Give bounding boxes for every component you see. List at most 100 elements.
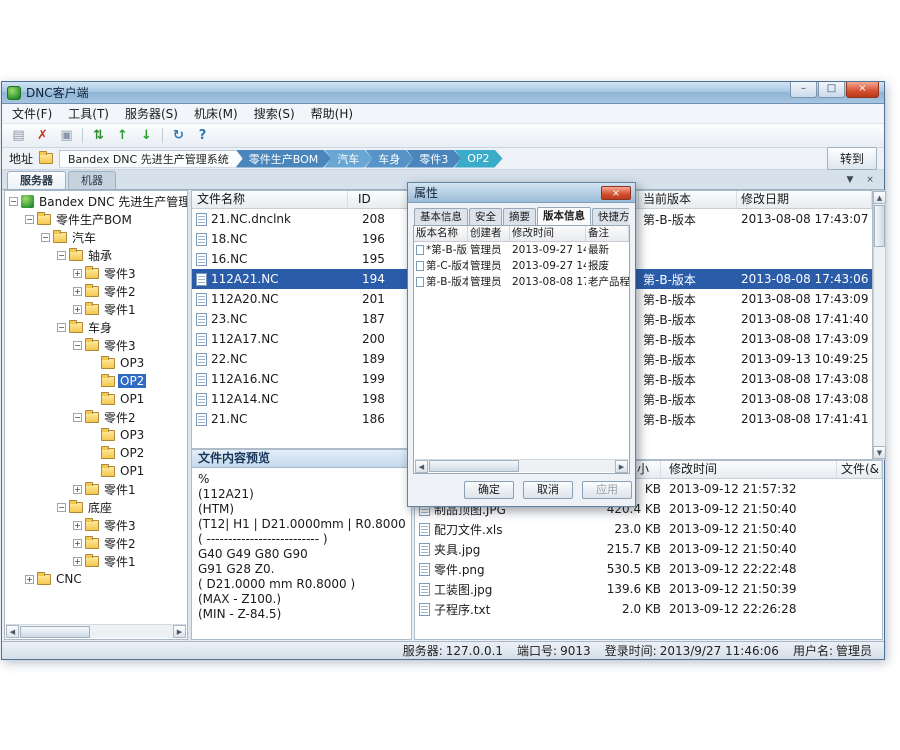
tree-item[interactable]: −轴承 bbox=[5, 246, 187, 264]
tree-item[interactable]: OP2 bbox=[5, 444, 187, 462]
breadcrumb-item[interactable]: OP2 bbox=[454, 150, 502, 168]
dialog-column-header[interactable]: 版本名称 bbox=[414, 226, 468, 241]
tree-item[interactable]: +零件3 bbox=[5, 516, 187, 534]
tree-item[interactable]: −底座 bbox=[5, 498, 187, 516]
column-header-modified-date[interactable]: 修改日期 bbox=[737, 191, 872, 208]
tree-item[interactable]: −汽车 bbox=[5, 228, 187, 246]
dialog-version-row[interactable]: *第-B-版本管理员2013-09-27 14:...最新 bbox=[414, 242, 629, 258]
paste-icon[interactable]: ▤ bbox=[10, 127, 27, 145]
dialog-hscroll-thumb[interactable] bbox=[429, 460, 519, 472]
breadcrumb-item[interactable]: 车身 bbox=[365, 150, 413, 168]
expand-toggle-icon[interactable]: + bbox=[73, 521, 82, 530]
expand-toggle-icon[interactable]: − bbox=[9, 197, 18, 206]
dialog-tab[interactable]: 安全 bbox=[469, 208, 502, 225]
tree-item[interactable]: OP2 bbox=[5, 372, 187, 390]
file-row[interactable]: 112A16.NC199 bbox=[192, 369, 411, 389]
minimize-button[interactable]: – bbox=[790, 82, 817, 98]
dialog-column-header[interactable]: 创建者 bbox=[468, 226, 510, 241]
tree-item[interactable]: OP1 bbox=[5, 462, 187, 480]
tab-dropdown-icon[interactable]: ▼ bbox=[844, 175, 856, 185]
ok-button[interactable]: 确定 bbox=[464, 481, 514, 499]
file-row[interactable]: 112A14.NC198 bbox=[192, 389, 411, 409]
refresh-icon[interactable]: ↻ bbox=[170, 127, 187, 145]
send-receive-icon[interactable]: ⇅ bbox=[90, 127, 107, 145]
dialog-close-button[interactable]: × bbox=[601, 186, 631, 200]
delete-icon[interactable]: ✗ bbox=[34, 127, 51, 145]
tree-item[interactable]: −Bandex DNC 先进生产管理系统 bbox=[5, 192, 187, 210]
help-icon[interactable]: ? bbox=[194, 127, 211, 145]
file-row[interactable]: 112A17.NC200 bbox=[192, 329, 411, 349]
tree-hscroll-thumb[interactable] bbox=[20, 626, 90, 638]
expand-toggle-icon[interactable]: + bbox=[73, 539, 82, 548]
attachment-row[interactable]: 配刀文件.xls23.0 KB2013-09-12 21:50:40 bbox=[415, 519, 882, 539]
expand-toggle-icon[interactable]: + bbox=[73, 305, 82, 314]
tree-item[interactable]: +零件1 bbox=[5, 480, 187, 498]
menu-item[interactable]: 帮助(H) bbox=[303, 103, 361, 124]
expand-toggle-icon[interactable]: + bbox=[73, 269, 82, 278]
dialog-tab[interactable]: 摘要 bbox=[503, 208, 536, 225]
file-row[interactable]: 112A20.NC201 bbox=[192, 289, 411, 309]
expand-toggle-icon[interactable]: − bbox=[73, 341, 82, 350]
tree-hscrollbar[interactable]: ◀ ▶ bbox=[6, 624, 186, 638]
tree-item[interactable]: +零件3 bbox=[5, 264, 187, 282]
tree-item[interactable]: OP3 bbox=[5, 354, 187, 372]
dialog-column-header[interactable]: 备注 bbox=[586, 226, 629, 241]
breadcrumb-item[interactable]: Bandex DNC 先进生产管理系统 bbox=[59, 150, 243, 168]
dialog-tab[interactable]: 版本信息 bbox=[537, 207, 591, 225]
maximize-button[interactable]: □ bbox=[818, 82, 845, 98]
column-header-id[interactable]: ID bbox=[348, 191, 411, 208]
attachment-row[interactable]: 夹具.jpg215.7 KB2013-09-12 21:50:40 bbox=[415, 539, 882, 559]
attachment-row[interactable]: 工装图.jpg139.6 KB2013-09-12 21:50:39 bbox=[415, 579, 882, 599]
expand-toggle-icon[interactable]: + bbox=[73, 485, 82, 494]
dialog-scroll-right-icon[interactable]: ▶ bbox=[615, 460, 628, 473]
file-row[interactable]: 18.NC196 bbox=[192, 229, 411, 249]
tree-item[interactable]: −零件生产BOM bbox=[5, 210, 187, 228]
tree-item[interactable]: +零件1 bbox=[5, 300, 187, 318]
expand-toggle-icon[interactable]: − bbox=[73, 413, 82, 422]
scroll-right-icon[interactable]: ▶ bbox=[173, 625, 186, 638]
expand-toggle-icon[interactable]: − bbox=[57, 503, 66, 512]
dialog-scroll-left-icon[interactable]: ◀ bbox=[415, 460, 428, 473]
file-row[interactable]: 112A21.NC194 bbox=[192, 269, 411, 289]
dialog-version-row[interactable]: 第-B-版本管理员2013-08-08 17:...老产品程序 bbox=[414, 274, 629, 290]
download-icon[interactable]: ↓ bbox=[138, 127, 155, 145]
expand-toggle-icon[interactable]: + bbox=[25, 575, 34, 584]
tree-item[interactable]: +CNC bbox=[5, 570, 187, 588]
tree-item[interactable]: +零件2 bbox=[5, 534, 187, 552]
close-button[interactable]: × bbox=[846, 82, 879, 98]
title-bar[interactable]: DNC客户端 – □ × bbox=[2, 82, 884, 104]
tree-item[interactable]: +零件2 bbox=[5, 282, 187, 300]
file-row[interactable]: 23.NC187 bbox=[192, 309, 411, 329]
menu-item[interactable]: 文件(F) bbox=[4, 103, 60, 124]
dialog-tab[interactable]: 基本信息 bbox=[414, 208, 468, 225]
dialog-title-bar[interactable]: 属性 × bbox=[408, 183, 635, 203]
menu-item[interactable]: 搜索(S) bbox=[246, 103, 303, 124]
expand-toggle-icon[interactable]: + bbox=[73, 557, 82, 566]
dialog-column-header[interactable]: 修改时间 bbox=[510, 226, 586, 241]
tree-item[interactable]: +零件1 bbox=[5, 552, 187, 570]
go-button[interactable]: 转到 bbox=[827, 147, 877, 170]
menu-item[interactable]: 机床(M) bbox=[186, 103, 246, 124]
column-header-file[interactable]: 文件(& bbox=[837, 461, 882, 478]
breadcrumb-item[interactable]: 汽车 bbox=[324, 150, 372, 168]
dialog-hscrollbar[interactable]: ◀ ▶ bbox=[415, 459, 628, 472]
version-scrollbar[interactable]: ▲ ▼ bbox=[873, 190, 886, 460]
attachment-row[interactable]: 零件.png530.5 KB2013-09-12 22:22:48 bbox=[415, 559, 882, 579]
dialog-version-row[interactable]: 第-C-版本管理员2013-09-27 14:...报废 bbox=[414, 258, 629, 274]
view-tab[interactable]: 机器 bbox=[68, 171, 116, 189]
attachment-row[interactable]: 子程序.txt2.0 KB2013-09-12 22:26:28 bbox=[415, 599, 882, 619]
upload-icon[interactable]: ↑ bbox=[114, 127, 131, 145]
breadcrumb-item[interactable]: 零件生产BOM bbox=[236, 150, 332, 168]
cancel-button[interactable]: 取消 bbox=[523, 481, 573, 499]
version-scroll-thumb[interactable] bbox=[874, 205, 885, 247]
menu-item[interactable]: 服务器(S) bbox=[117, 103, 186, 124]
tab-close-icon[interactable]: × bbox=[864, 175, 876, 185]
tree-item[interactable]: −零件3 bbox=[5, 336, 187, 354]
file-row[interactable]: 22.NC189 bbox=[192, 349, 411, 369]
expand-toggle-icon[interactable]: + bbox=[73, 287, 82, 296]
menu-item[interactable]: 工具(T) bbox=[60, 103, 117, 124]
column-header-filename[interactable]: 文件名称 bbox=[192, 191, 348, 208]
tree-item[interactable]: OP3 bbox=[5, 426, 187, 444]
scroll-down-icon[interactable]: ▼ bbox=[873, 446, 886, 459]
expand-toggle-icon[interactable]: − bbox=[57, 251, 66, 260]
